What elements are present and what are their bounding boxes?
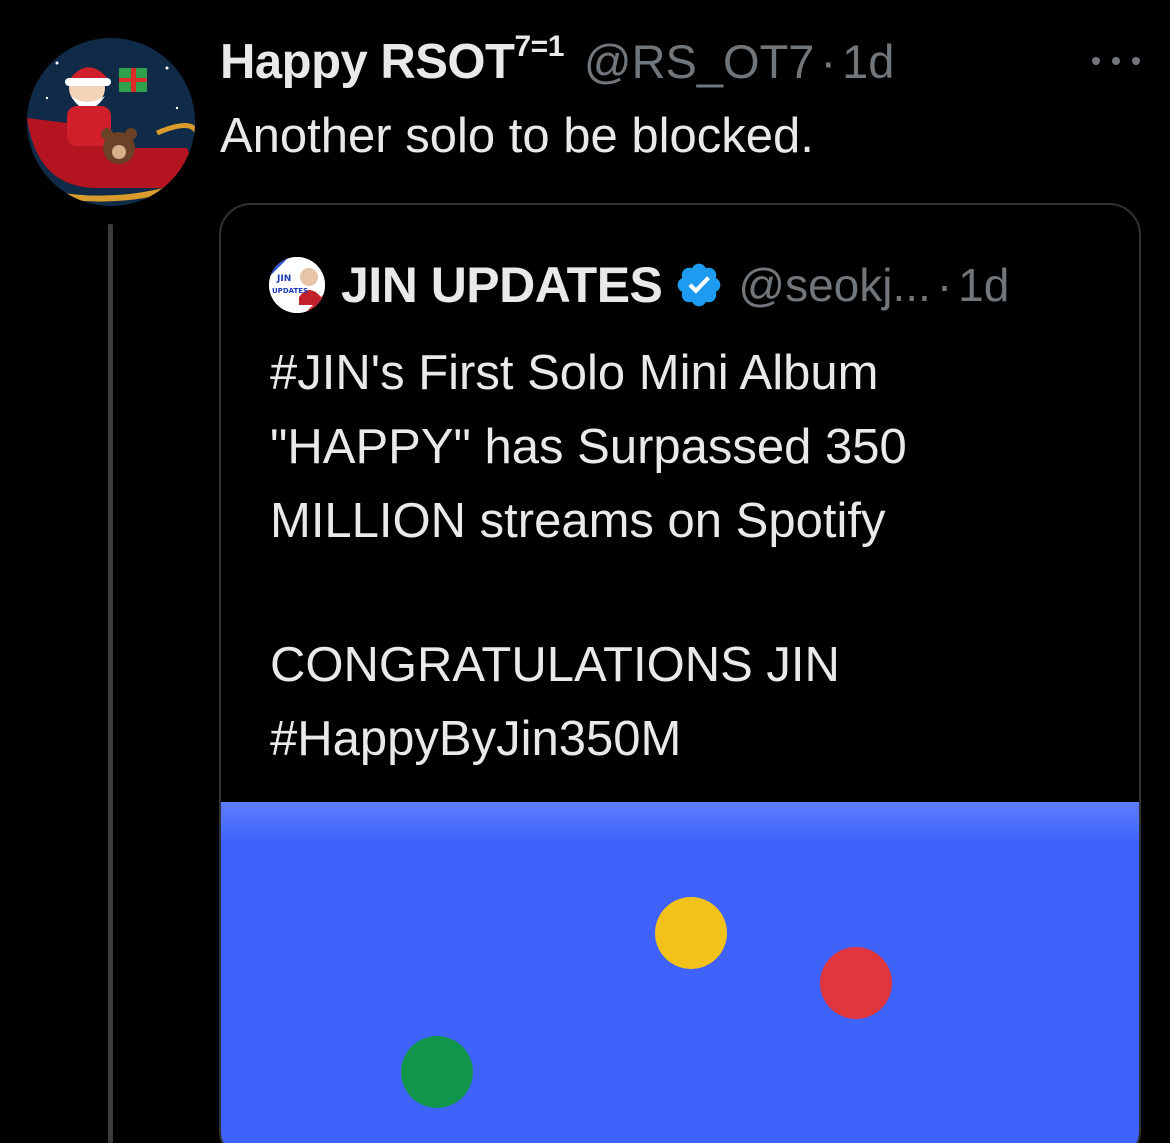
green-dot-sticker [401,1036,473,1108]
verified-badge-icon [678,263,721,307]
separator-dot: · [936,259,953,311]
quoted-text-line: "HAPPY" has Surpassed 350 [270,420,907,474]
tweet-timestamp[interactable]: 1d [842,34,894,89]
tweet-text: Another solo to be blocked. [220,109,814,163]
quoted-hashtag[interactable]: #HappyByJin350M [270,702,1110,776]
quoted-tweet-card[interactable]: JIN UPDATES JIN UPDATES @seokj... · 1d #… [219,203,1141,1143]
avatar-text-updates: UPDATES [272,287,308,295]
author-name-text: Happy RSOT [220,35,515,89]
jin-updates-avatar-image: JIN UPDATES [269,257,325,313]
text-gap [270,558,1110,628]
author-handle[interactable]: @RS_OT7 [584,34,815,89]
quoted-author-avatar[interactable]: JIN UPDATES [269,257,325,313]
author-name-superscript: 7=1 [514,30,564,63]
yellow-dot-sticker [655,897,727,969]
santa-sleigh-avatar-image [27,38,195,206]
quoted-author-handle[interactable]: @seokj... [738,258,930,312]
quoted-author-display-name[interactable]: JIN UPDATES [341,256,663,314]
more-dot [1092,57,1100,65]
thread-line [108,224,113,1143]
quoted-tweet-text: #JIN's First Solo Mini Album "HAPPY" has… [270,336,1110,776]
avatar-text-jin: JIN [276,274,291,284]
author-avatar[interactable] [27,38,195,206]
tweet-header: Happy RSOT7=1 @RS_OT7 · 1d [220,30,894,94]
author-display-name[interactable]: Happy RSOT7=1 [220,30,564,90]
red-dot-sticker [820,947,892,1019]
separator-dot: · [820,35,837,88]
more-icon[interactable] [1092,52,1140,70]
quoted-tweet-timestamp[interactable]: 1d [958,258,1009,312]
quoted-tweet-header: JIN UPDATES JIN UPDATES @seokj... · 1d [269,253,1009,317]
quoted-text-line: CONGRATULATIONS JIN [270,638,840,692]
more-dot [1132,57,1140,65]
more-dot [1112,57,1120,65]
media-sheen [221,802,1139,842]
quoted-text-line: #JIN's First Solo Mini Album [270,346,879,400]
quoted-tweet-media[interactable] [221,802,1139,1143]
quoted-text-line: MILLION streams on Spotify [270,494,886,548]
tweet-thread: Happy RSOT7=1 @RS_OT7 · 1d Another solo … [0,0,1170,1143]
